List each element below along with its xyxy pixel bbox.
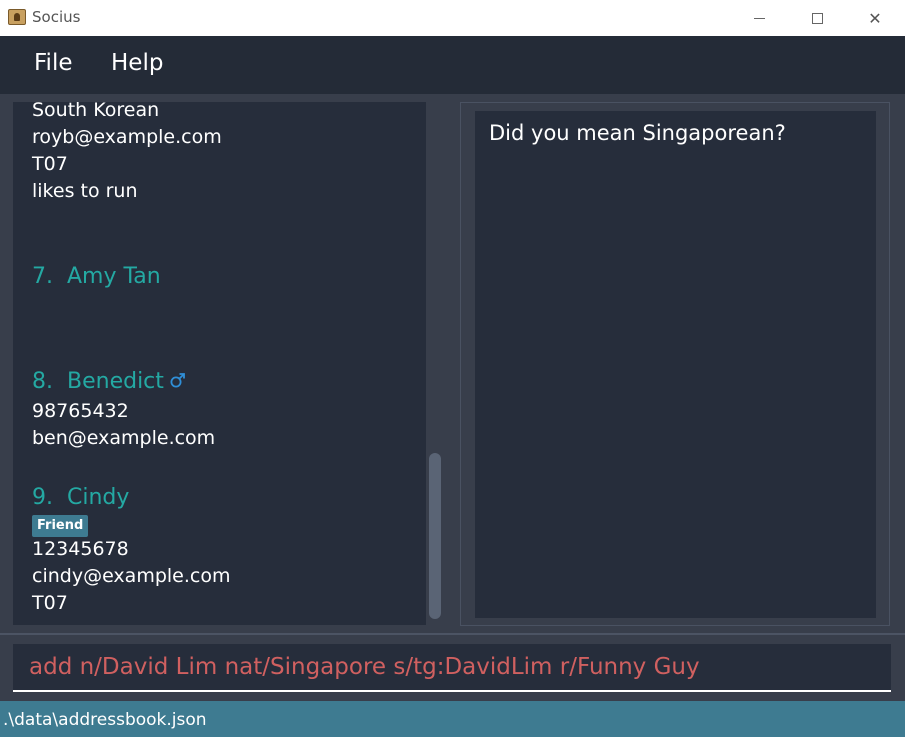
contact-index: 9.	[32, 485, 53, 510]
command-text: add n/David Lim nat/Singapore s/tg:David…	[29, 654, 700, 680]
scrollbar-thumb[interactable]	[429, 453, 441, 619]
contact-phone: 12345678	[32, 538, 129, 560]
result-display[interactable]: Did you mean Singaporean?	[475, 111, 876, 618]
close-icon: ✕	[868, 8, 882, 28]
title-bar: Socius ✕	[0, 0, 905, 36]
divider	[0, 633, 905, 635]
contact-remark: likes to run	[32, 180, 138, 202]
menu-bar: File Help	[0, 36, 905, 94]
contact-email: ben@example.com	[32, 427, 216, 449]
contact-tag: Friend	[32, 515, 89, 537]
contact-index: 7.	[32, 264, 53, 289]
contact-tutorial: T07	[32, 592, 68, 614]
command-input[interactable]: add n/David Lim nat/Singapore s/tg:David…	[13, 644, 891, 692]
status-bar: .\data\addressbook.json	[0, 701, 905, 737]
window-title: Socius	[32, 8, 81, 26]
contact-card-name[interactable]: 8. Benedict	[32, 369, 188, 394]
contact-card-name[interactable]: 9. Cindy	[32, 485, 129, 510]
maximize-icon	[811, 12, 823, 24]
contact-name: Benedict	[67, 369, 164, 394]
contact-nationality: South Korean	[32, 102, 160, 121]
contact-card-name[interactable]: 7. Amy Tan	[32, 264, 161, 289]
result-message: Did you mean Singaporean?	[489, 121, 786, 145]
save-location: .\data\addressbook.json	[3, 710, 207, 730]
contact-index: 8.	[32, 369, 53, 394]
menu-help[interactable]: Help	[111, 50, 163, 76]
contact-phone: 98765432	[32, 400, 129, 422]
menu-file[interactable]: File	[34, 50, 73, 76]
contact-email: royb@example.com	[32, 126, 222, 148]
maximize-button[interactable]	[788, 0, 846, 36]
close-button[interactable]: ✕	[846, 0, 904, 36]
contact-tutorial: T07	[32, 153, 68, 175]
minimize-icon	[753, 17, 765, 19]
contact-name: Amy Tan	[67, 264, 161, 289]
minimize-button[interactable]	[730, 0, 788, 36]
contact-name: Cindy	[67, 485, 130, 510]
app-icon	[8, 9, 26, 25]
male-gender-icon	[170, 373, 185, 388]
contact-email: cindy@example.com	[32, 565, 231, 587]
contact-list[interactable]: South Korean royb@example.com T07 likes …	[13, 102, 426, 625]
